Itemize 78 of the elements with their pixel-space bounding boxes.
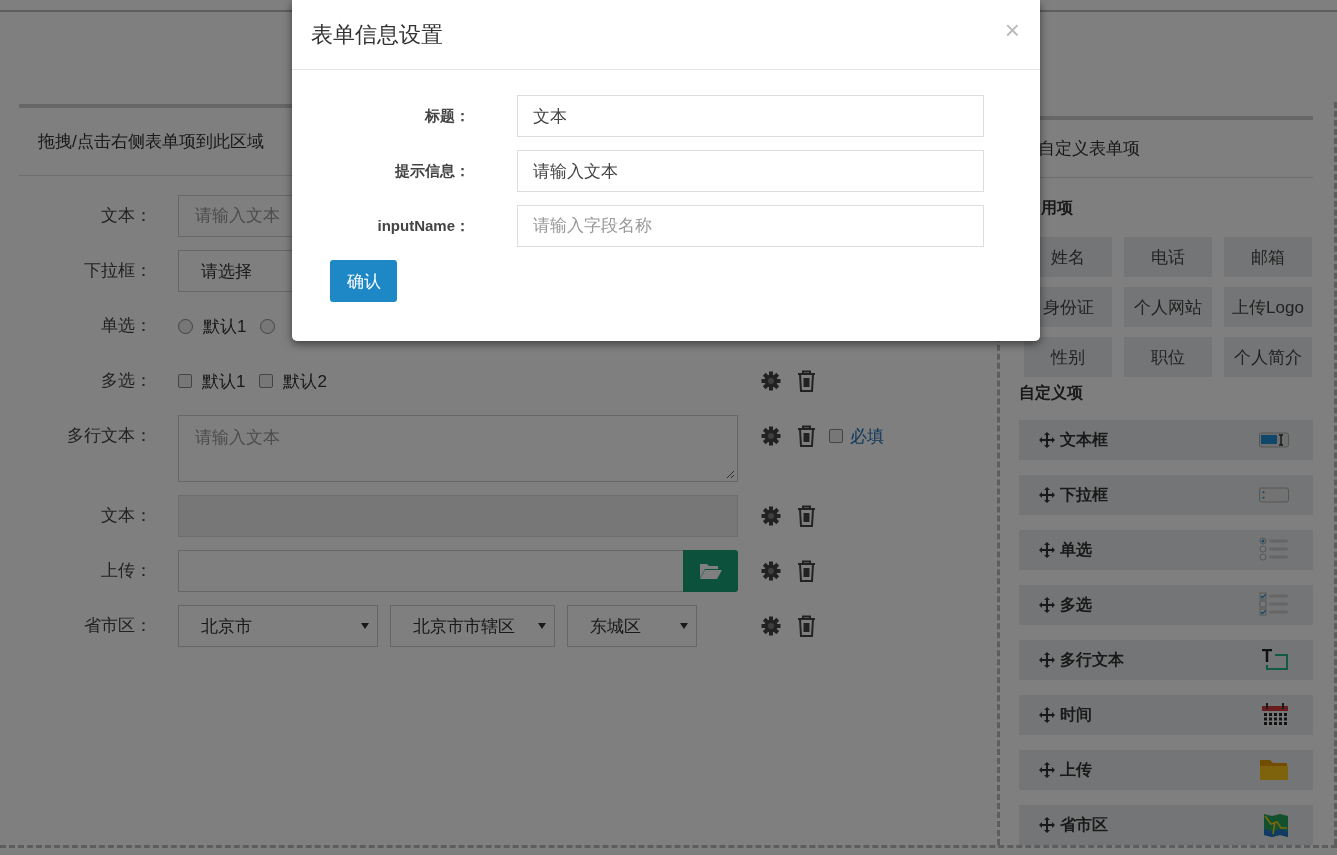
move-icon — [1039, 487, 1055, 503]
delete-icon[interactable] — [797, 425, 816, 447]
dropdown[interactable]: 北京市 — [178, 605, 378, 647]
text-field[interactable]: 请输入文本 — [517, 150, 984, 192]
text-area-icon — [1261, 649, 1289, 671]
delete-icon[interactable] — [797, 370, 816, 392]
field-type-button[interactable]: 个人网站 — [1124, 287, 1212, 327]
field-type-button[interactable]: 电话 — [1124, 237, 1212, 277]
text-field[interactable]: 请输入字段名称 — [517, 205, 984, 247]
section-title: 用项 — [1040, 198, 1074, 218]
close-button[interactable]: × — [1004, 15, 1020, 46]
field-label: 多行文本： — [66, 425, 152, 447]
dialog-title: 表单信息设置 — [311, 20, 443, 49]
field-label: 单选： — [100, 315, 152, 337]
panel-title: 拖拽/点击右侧表单项到此区域 — [38, 131, 264, 153]
field-label: 提示信息： — [394, 161, 470, 181]
calendar-icon — [1261, 702, 1289, 728]
section-title: 自定义项 — [1019, 383, 1084, 403]
move-icon — [1039, 542, 1055, 558]
field-label: 下拉框： — [83, 260, 152, 282]
draggable-item[interactable]: 文本框 — [1019, 420, 1313, 460]
draggable-item[interactable]: 下拉框 — [1019, 475, 1313, 515]
draggable-item[interactable]: 省市区 — [1019, 805, 1313, 845]
checkbox[interactable] — [259, 374, 274, 388]
dropdown[interactable]: 东城区 — [567, 605, 697, 647]
move-icon — [1039, 817, 1055, 833]
folder-icon — [1259, 758, 1289, 782]
dropdown[interactable]: 北京市市辖区 — [390, 605, 555, 647]
option-label: 默认2 — [283, 370, 327, 393]
checkbox-list-icon — [1259, 592, 1289, 618]
field-type-button[interactable]: 性别 — [1024, 337, 1112, 377]
delete-icon[interactable] — [797, 615, 816, 637]
field-type-button[interactable]: 上传Logo — [1224, 287, 1312, 327]
dropdown-icon — [1259, 487, 1289, 503]
move-icon — [1039, 762, 1055, 778]
radio-list-icon — [1259, 537, 1289, 563]
field-type-button[interactable]: 职位 — [1124, 337, 1212, 377]
browse-button[interactable] — [683, 550, 738, 592]
field-label: 省市区： — [83, 615, 152, 637]
delete-icon[interactable] — [797, 560, 816, 582]
radio-button[interactable] — [178, 318, 193, 334]
field-type-button[interactable]: 个人简介 — [1224, 337, 1312, 377]
settings-icon[interactable] — [761, 371, 781, 391]
field-label: 文本： — [100, 205, 152, 227]
field-label: 标题： — [423, 106, 470, 126]
move-icon — [1039, 707, 1055, 723]
panel-title: 自定义表单项 — [1038, 138, 1140, 160]
confirm-button[interactable]: 确认 — [330, 260, 397, 302]
radio-button[interactable] — [260, 318, 276, 334]
draggable-item[interactable]: 单选 — [1019, 530, 1313, 570]
field-label: 多选： — [100, 370, 152, 392]
draggable-item[interactable]: 时间 — [1019, 695, 1313, 735]
settings-icon[interactable] — [761, 616, 781, 636]
settings-icon[interactable] — [761, 506, 781, 526]
move-icon — [1039, 432, 1055, 448]
field-label: 上传： — [100, 560, 152, 582]
field-label: 文本： — [100, 505, 152, 527]
draggable-item[interactable]: 上传 — [1019, 750, 1313, 790]
settings-icon[interactable] — [761, 561, 781, 581]
text-box-icon — [1259, 432, 1289, 448]
map-icon — [1263, 812, 1289, 838]
folder-icon — [698, 562, 723, 580]
draggable-item[interactable]: 多选 — [1019, 585, 1313, 625]
move-icon — [1039, 597, 1055, 613]
delete-icon[interactable] — [797, 505, 816, 527]
checkbox[interactable] — [829, 429, 843, 443]
resize-grip-icon[interactable] — [725, 469, 735, 479]
required-label[interactable]: 必填 — [850, 424, 884, 448]
option-label: 默认1 — [202, 370, 246, 393]
checkbox[interactable] — [178, 374, 192, 388]
field-label: inputName： — [376, 216, 470, 236]
field-type-button[interactable]: 邮箱 — [1224, 237, 1312, 277]
option-label: 默认1 — [203, 315, 247, 338]
settings-icon[interactable] — [761, 426, 781, 446]
draggable-item[interactable]: 多行文本 — [1019, 640, 1313, 680]
text-field[interactable]: 文本 — [517, 95, 984, 137]
move-icon — [1039, 652, 1055, 668]
file-field[interactable] — [178, 550, 683, 592]
